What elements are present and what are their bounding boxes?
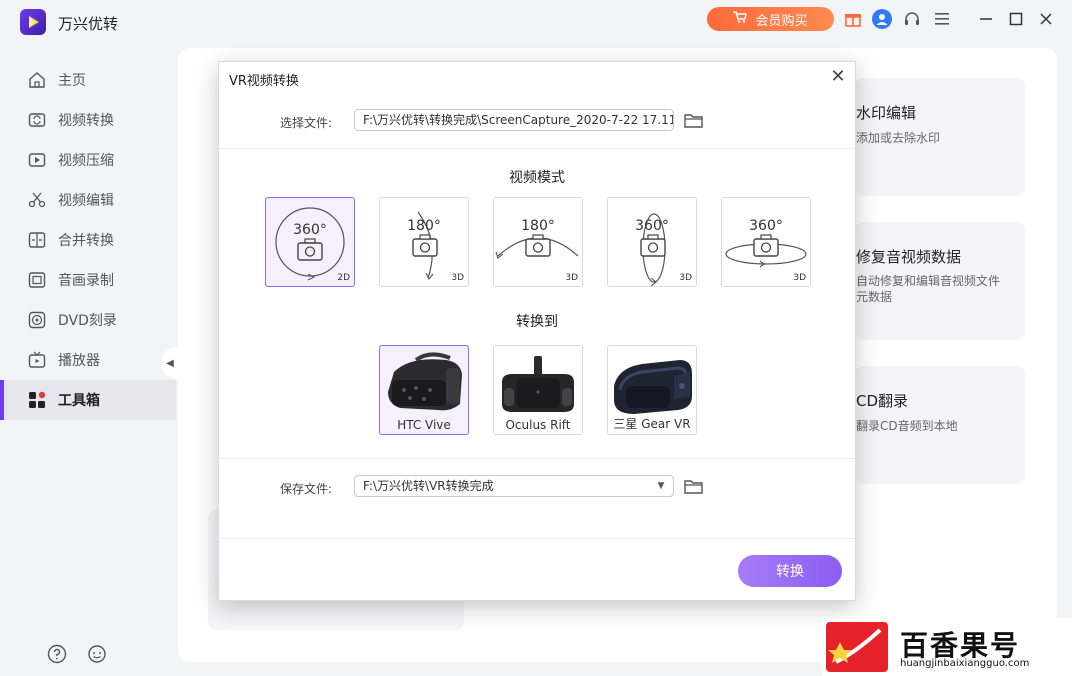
sidebar-item-merge[interactable]: 合并转换 <box>0 220 176 260</box>
sidebar: 主页 视频转换 视频压缩 视频编辑 合并转换 音画录制 DVD刻录 播放器 工具… <box>0 42 176 676</box>
close-window-icon[interactable] <box>1036 9 1056 29</box>
convert-icon <box>28 111 46 129</box>
sidebar-item-toolbox[interactable]: 工具箱 <box>0 380 176 420</box>
sidebar-item-label: 视频转换 <box>58 113 114 129</box>
sidebar-item-video-convert[interactable]: 视频转换 <box>0 100 176 140</box>
app-logo-icon <box>20 9 46 35</box>
sidebar-item-record[interactable]: 音画录制 <box>0 260 176 300</box>
headset-support-icon[interactable] <box>902 9 922 29</box>
title-bar: 万兴优转 会员购买 <box>0 0 1072 42</box>
sidebar-item-dvd[interactable]: DVD刻录 <box>0 300 176 340</box>
convert-to-title: 转换到 <box>516 314 558 330</box>
tool-card-desc: 自动修复和编辑音视频文件元数据 <box>856 274 1001 304</box>
vip-purchase-button[interactable]: 会员购买 <box>707 7 834 31</box>
player-icon <box>28 351 46 369</box>
mode-dimension-label: 2D <box>337 273 350 283</box>
select-file-input[interactable]: F:\万兴优转\转换完成\ScreenCapture_2020-7-22 17.… <box>354 109 674 131</box>
video-mode-title: 视频模式 <box>509 170 565 186</box>
convert-button[interactable]: 转换 <box>738 555 842 587</box>
mode-card-180-3d-horizontal[interactable]: 180° 3D <box>493 197 583 287</box>
device-card-oculus-rift[interactable]: Oculus Rift <box>493 345 583 435</box>
mode-dimension-label: 3D <box>679 273 692 283</box>
oculus-rift-headset-icon <box>502 356 574 412</box>
mode-card-360-3d-vertical[interactable]: 360° 3D <box>607 197 697 287</box>
mode-degree-label: 360° <box>293 222 327 238</box>
watermark-logo-icon <box>826 622 888 672</box>
home-icon <box>28 71 46 89</box>
tool-card-title: 水印编辑 <box>856 104 917 122</box>
mode-degree-label: 180° <box>521 218 555 234</box>
mode-dimension-label: 3D <box>451 273 464 283</box>
tool-card-title: CD翻录 <box>856 392 909 410</box>
feedback-icon[interactable] <box>87 644 107 664</box>
htc-vive-headset-icon <box>388 352 462 411</box>
device-card-htc-vive[interactable]: HTC Vive <box>379 345 469 435</box>
device-label: 三星 Gear VR <box>613 417 691 431</box>
maximize-icon[interactable] <box>1006 9 1026 29</box>
sidebar-item-label: 播放器 <box>58 353 100 369</box>
tool-card-desc: 添加或去除水印 <box>856 131 941 145</box>
sidebar-item-video-edit[interactable]: 视频编辑 <box>0 180 176 220</box>
mode-card-360-3d-horizontal[interactable]: 360° 3D <box>721 197 811 287</box>
mode-dimension-label: 3D <box>565 273 578 283</box>
dialog-title: VR视频转换 <box>229 74 299 89</box>
select-file-label: 选择文件: <box>280 116 333 130</box>
tool-card-desc: 翻录CD音频到本地 <box>856 419 958 433</box>
gear-vr-headset-icon <box>614 360 692 414</box>
gift-icon[interactable] <box>843 9 863 29</box>
sidebar-item-label: 视频压缩 <box>58 153 114 169</box>
merge-icon <box>28 231 46 249</box>
dialog-header: VR视频转换 ✕ <box>219 62 855 92</box>
tool-card-title: 修复音视频数据 <box>856 248 962 266</box>
mode-degree-label: 180° <box>407 218 441 234</box>
sidebar-item-player[interactable]: 播放器 <box>0 340 176 380</box>
menu-icon[interactable] <box>932 9 952 29</box>
toolbox-icon <box>28 391 46 409</box>
folder-open-icon[interactable] <box>684 113 704 129</box>
divider <box>219 538 855 539</box>
save-file-label: 保存文件: <box>280 482 333 496</box>
sidebar-item-video-compress[interactable]: 视频压缩 <box>0 140 176 180</box>
vip-purchase-label: 会员购买 <box>755 13 808 29</box>
dialog-close-icon[interactable]: ✕ <box>829 68 847 86</box>
user-avatar-icon[interactable] <box>872 9 892 29</box>
chevron-down-icon[interactable]: ▼ <box>651 475 671 497</box>
watermark: 百香果号 huangjinbaixiangguo.com <box>822 618 1072 676</box>
device-label: Oculus Rift <box>505 418 571 432</box>
app-name: 万兴优转 <box>58 15 119 33</box>
save-file-select[interactable]: F:\万兴优转\VR转换完成 <box>354 475 674 497</box>
sidebar-item-home[interactable]: 主页 <box>0 60 176 100</box>
help-icon[interactable] <box>47 644 67 664</box>
sidebar-item-label: 合并转换 <box>58 233 114 249</box>
mode-card-180-3d-vertical[interactable]: 180° 3D <box>379 197 469 287</box>
compress-icon <box>28 151 46 169</box>
device-card-gear-vr[interactable]: 三星 Gear VR <box>607 345 697 435</box>
sidebar-item-label: 主页 <box>58 73 86 89</box>
mode-degree-label: 360° <box>635 218 669 234</box>
cart-icon <box>733 11 748 27</box>
divider <box>219 458 855 459</box>
scissors-icon <box>28 191 46 209</box>
vr-convert-dialog: VR视频转换 ✕ 选择文件: F:\万兴优转\转换完成\ScreenCaptur… <box>218 61 856 601</box>
device-label: HTC Vive <box>397 418 451 432</box>
sidebar-item-label: DVD刻录 <box>58 313 117 329</box>
disc-icon <box>28 311 46 329</box>
mode-card-360-2d[interactable]: 360° 2D <box>265 197 355 287</box>
watermark-url: huangjinbaixiangguo.com <box>900 658 1030 669</box>
sidebar-item-label: 音画录制 <box>58 273 114 289</box>
mode-degree-label: 360° <box>749 218 783 234</box>
folder-open-icon[interactable] <box>684 479 704 495</box>
mode-dimension-label: 3D <box>793 273 806 283</box>
record-icon <box>28 271 46 289</box>
sidebar-item-label: 视频编辑 <box>58 193 114 209</box>
sidebar-item-label: 工具箱 <box>58 393 100 409</box>
divider <box>219 148 855 149</box>
minimize-icon[interactable] <box>976 9 996 29</box>
